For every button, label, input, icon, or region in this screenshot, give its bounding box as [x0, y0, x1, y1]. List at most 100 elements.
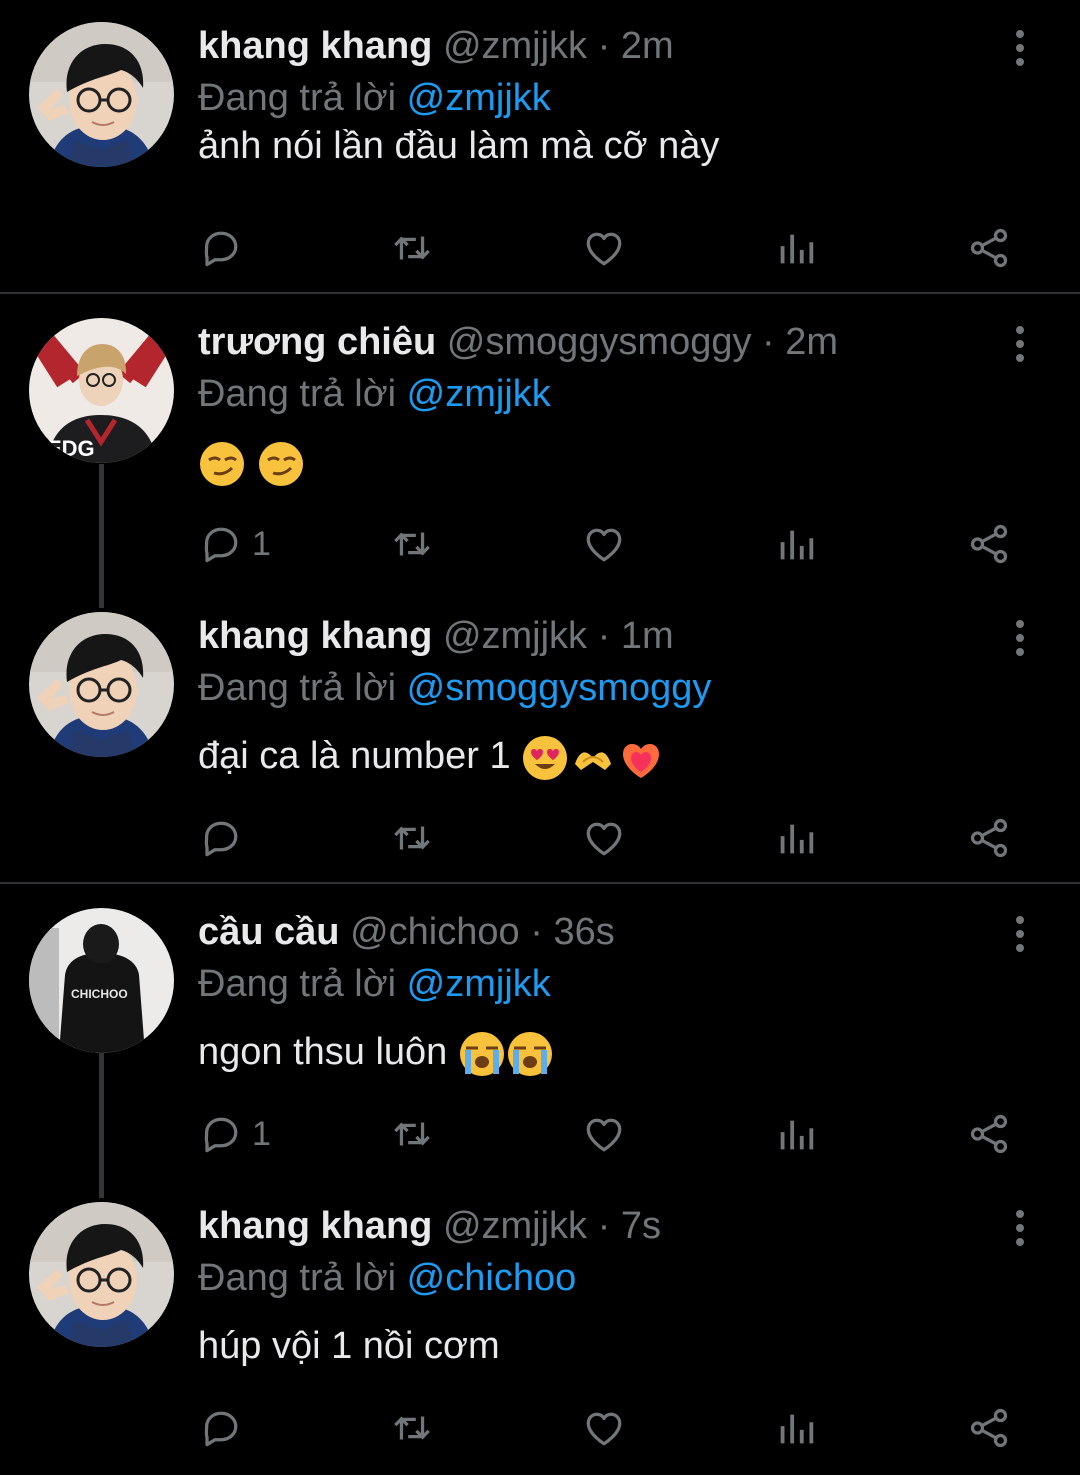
- share-icon: [966, 1405, 1012, 1451]
- reply-prefix: Đang trả lời: [198, 77, 407, 119]
- views-button[interactable]: [773, 1104, 819, 1164]
- tweet-text: ngon thsu luôn: [198, 1031, 458, 1073]
- separator: ·: [519, 911, 554, 953]
- views-button[interactable]: [773, 808, 819, 868]
- loudly-crying-emoji-icon: [459, 1031, 504, 1076]
- user-handle[interactable]: @smoggysmoggy: [447, 321, 752, 363]
- reply-button[interactable]: [198, 1398, 252, 1458]
- share-button[interactable]: [966, 1104, 1012, 1164]
- smirk-emoji-icon: [200, 441, 244, 486]
- retweet-button[interactable]: [389, 218, 435, 278]
- like-button[interactable]: [581, 1398, 627, 1458]
- reply-mention[interactable]: @zmjjkk: [407, 373, 551, 415]
- views-button[interactable]: [773, 514, 819, 574]
- tweet-text-row: đại ca là number 1: [198, 728, 665, 784]
- tweet-4[interactable]: cầu cầu @chichoo · 36s Đang trả lời @zmj…: [0, 886, 1080, 1178]
- separator: ·: [587, 25, 621, 67]
- views-button[interactable]: [773, 1398, 819, 1458]
- more-icon[interactable]: [1002, 616, 1038, 660]
- reply-prefix: Đang trả lời: [198, 373, 407, 415]
- reply-context: Đang trả lời @zmjjkk: [198, 960, 551, 1008]
- reply-mention[interactable]: @zmjjkk: [407, 963, 551, 1005]
- display-name[interactable]: trương chiêu: [198, 321, 436, 363]
- action-bar: [0, 808, 1080, 868]
- timestamp[interactable]: 1m: [621, 615, 674, 657]
- retweet-button[interactable]: [389, 1104, 435, 1164]
- display-name[interactable]: khang khang: [198, 1205, 432, 1247]
- views-icon: [773, 1405, 819, 1451]
- heart-hands-emoji-icon: [575, 752, 612, 770]
- heart-eyes-emoji-icon: [523, 735, 568, 780]
- user-handle[interactable]: @chichoo: [350, 911, 520, 953]
- views-icon: [773, 521, 819, 567]
- heart-on-fire-emoji-icon: [623, 743, 660, 778]
- share-button[interactable]: [966, 1398, 1012, 1458]
- avatar[interactable]: [29, 318, 174, 463]
- like-button[interactable]: [581, 1104, 627, 1164]
- separator: ·: [587, 1205, 621, 1247]
- display-name[interactable]: cầu cầu: [198, 911, 340, 953]
- retweet-button[interactable]: [389, 1398, 435, 1458]
- like-icon: [581, 815, 627, 861]
- reply-context: Đang trả lời @zmjjkk: [198, 74, 551, 122]
- like-icon: [581, 225, 627, 271]
- reply-icon: [198, 225, 244, 271]
- avatar[interactable]: [29, 1202, 174, 1347]
- action-bar: 1: [0, 514, 1080, 574]
- avatar[interactable]: [29, 908, 174, 1053]
- tweet-5[interactable]: khang khang @zmjjkk · 7s Đang trả lời @c…: [0, 1180, 1080, 1472]
- user-handle[interactable]: @zmjjkk: [443, 615, 587, 657]
- tweet-1[interactable]: khang khang @zmjjkk · 2m Đang trả lời @z…: [0, 0, 1080, 292]
- loudly-crying-emoji-icon: [507, 1031, 552, 1076]
- like-button[interactable]: [581, 514, 627, 574]
- user-handle[interactable]: @zmjjkk: [443, 1205, 587, 1247]
- timestamp[interactable]: 2m: [785, 321, 838, 363]
- reply-button[interactable]: 1: [198, 514, 271, 574]
- more-icon[interactable]: [1002, 26, 1038, 70]
- reply-prefix: Đang trả lời: [198, 667, 407, 709]
- retweet-button[interactable]: [389, 808, 435, 868]
- more-icon[interactable]: [1002, 1206, 1038, 1250]
- reply-mention[interactable]: @zmjjkk: [407, 77, 551, 119]
- action-bar: 1: [0, 1104, 1080, 1164]
- retweet-icon: [389, 225, 435, 271]
- reply-icon: [198, 1405, 244, 1451]
- reply-context: Đang trả lời @zmjjkk: [198, 370, 551, 418]
- tweet-text: ảnh nói lần đầu làm mà cỡ này: [198, 125, 720, 167]
- avatar[interactable]: [29, 22, 174, 167]
- tweet-2[interactable]: trương chiêu @smoggysmoggy · 2m Đang trả…: [0, 296, 1080, 588]
- more-icon[interactable]: [1002, 912, 1038, 956]
- reply-mention[interactable]: @chichoo: [407, 1257, 577, 1299]
- tweet-text: [198, 434, 305, 490]
- like-icon: [581, 1111, 627, 1157]
- timestamp[interactable]: 2m: [621, 25, 674, 67]
- user-handle[interactable]: @zmjjkk: [443, 25, 587, 67]
- reply-button[interactable]: [198, 218, 252, 278]
- retweet-icon: [389, 1405, 435, 1451]
- reply-mention[interactable]: @smoggysmoggy: [407, 667, 712, 709]
- share-button[interactable]: [966, 514, 1012, 574]
- tweet-header: khang khang @zmjjkk · 7s: [198, 1202, 661, 1250]
- like-button[interactable]: [581, 218, 627, 278]
- reply-button[interactable]: 1: [198, 1104, 271, 1164]
- reply-context: Đang trả lời @chichoo: [198, 1254, 576, 1302]
- reply-icon: [198, 521, 244, 567]
- share-button[interactable]: [966, 808, 1012, 868]
- display-name[interactable]: khang khang: [198, 25, 432, 67]
- avatar[interactable]: [29, 612, 174, 757]
- separator: ·: [587, 615, 621, 657]
- display-name[interactable]: khang khang: [198, 615, 432, 657]
- reply-button[interactable]: [198, 808, 252, 868]
- more-icon[interactable]: [1002, 322, 1038, 366]
- share-button[interactable]: [966, 218, 1012, 278]
- retweet-button[interactable]: [389, 514, 435, 574]
- views-icon: [773, 815, 819, 861]
- divider: [0, 882, 1080, 884]
- views-icon: [773, 1111, 819, 1157]
- timestamp[interactable]: 7s: [621, 1205, 661, 1247]
- tweet-3[interactable]: khang khang @zmjjkk · 1m Đang trả lời @s…: [0, 590, 1080, 882]
- like-button[interactable]: [581, 808, 627, 868]
- views-button[interactable]: [773, 218, 819, 278]
- reply-prefix: Đang trả lời: [198, 1257, 407, 1299]
- timestamp[interactable]: 36s: [553, 911, 614, 953]
